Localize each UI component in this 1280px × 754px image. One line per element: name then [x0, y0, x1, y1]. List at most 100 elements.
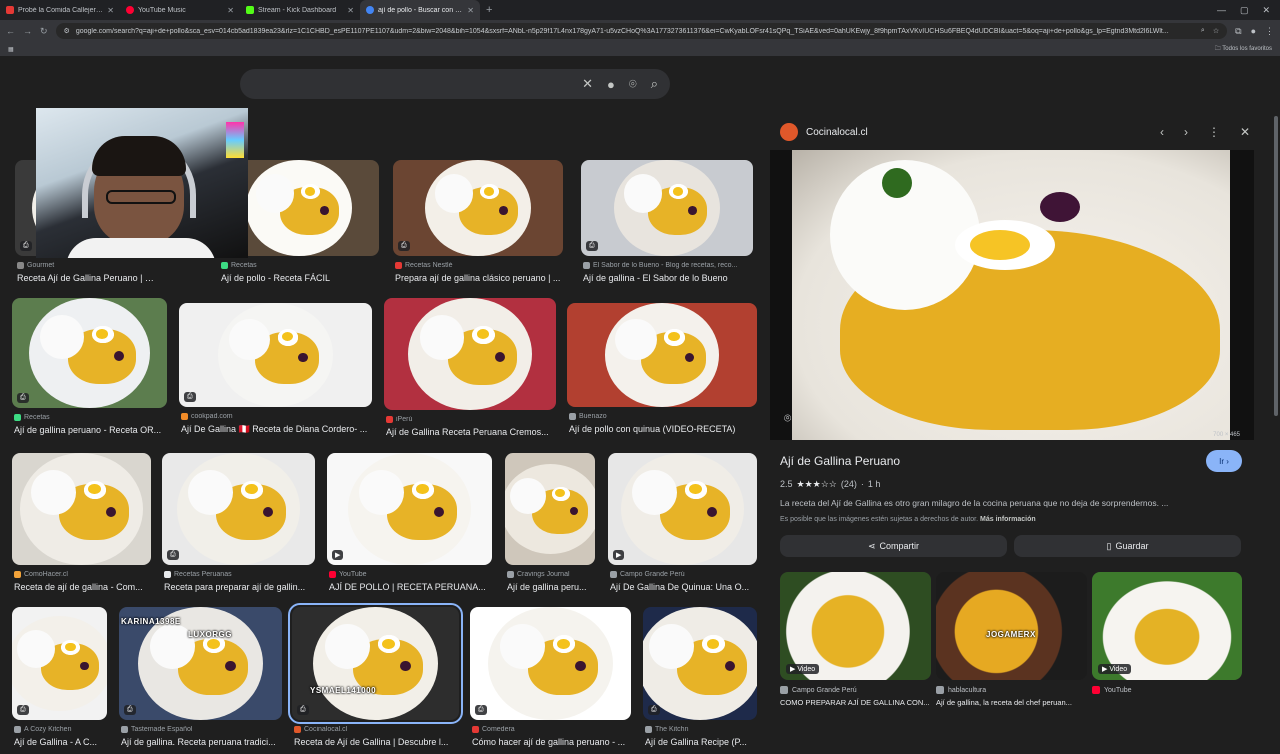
result-title[interactable]: Cómo hacer ají de gallina peruano - ...	[472, 737, 633, 747]
result-title[interactable]: Ají de Gallina Receta Peruana Cremos...	[386, 427, 558, 437]
rights-note-text: Es posible que las imágenes estén sujeta…	[780, 516, 979, 523]
more-info-link[interactable]: Más información	[980, 516, 1036, 523]
image-result[interactable]: ⎙ cookpad.com Ají De Gallina 🇵🇪 Receta de …	[179, 303, 372, 441]
image-result[interactable]: ⎙ El Sabor de lo Bueno - Blog de recetas,…	[581, 160, 753, 290]
result-title[interactable]: Ají De Gallina De Quinua: Una O...	[610, 582, 759, 592]
more-options-icon[interactable]: ⋮	[1208, 125, 1220, 139]
video-tag-label: Video	[797, 666, 816, 673]
result-title[interactable]: Ají de Gallina Recipe (P...	[645, 737, 759, 747]
result-source: Recetas	[221, 262, 381, 269]
image-result[interactable]: Cravings Journal Ají de gallina peru...	[505, 453, 595, 599]
lens-icon[interactable]: ⌾	[784, 411, 791, 426]
preview-main-image[interactable]: ⌾ 700 × 465	[770, 150, 1254, 440]
yolk-image	[88, 484, 101, 495]
browser-tab-2[interactable]: YouTube Music ✕	[120, 0, 240, 20]
related-source: Campo Grande Perú	[780, 686, 931, 694]
apps-icon[interactable]: ▦	[8, 46, 14, 53]
reload-icon[interactable]: ↻	[40, 26, 48, 37]
result-title[interactable]: Receta para preparar ají de gallin...	[164, 582, 317, 592]
streamer-webcam-overlay	[36, 108, 248, 258]
result-title[interactable]: Ají de gallina. Receta peruana tradici..…	[121, 737, 284, 747]
result-title[interactable]: Ají de gallina peru...	[507, 582, 597, 592]
yolk-image	[672, 186, 684, 196]
visit-button[interactable]: Ir ›	[1206, 450, 1242, 472]
kick-favicon-icon	[246, 6, 254, 14]
source-favicon-icon	[14, 414, 21, 421]
search-icon[interactable]: ⌕	[1201, 27, 1205, 35]
related-title: COMO PREPARAR AJÍ DE GALLINA CON...	[780, 698, 930, 707]
result-title[interactable]: Ají De Gallina 🇵🇪 Receta de Diana Corder…	[181, 424, 374, 435]
image-result[interactable]: ⎙ Comedera Cómo hacer ají de gallina perua…	[470, 607, 631, 754]
result-title[interactable]: Receta Ají de Gallina Peruano | Gourmet	[17, 273, 157, 283]
result-thumbnail: ⎙	[12, 607, 107, 720]
image-result[interactable]: ⎙ Recetas Nestlé Prepara ají de gallina cl…	[393, 160, 563, 290]
result-title[interactable]: Receta de Ají de Gallina | Descubre l...	[294, 737, 461, 747]
yolk-image	[207, 638, 220, 649]
image-result[interactable]: ⎙ Recetas Peruanas Receta para preparar aj…	[162, 453, 315, 599]
product-badge-icon: ⎙	[124, 705, 136, 715]
image-result[interactable]: ▶ YouTube AJÍ DE POLLO | RECETA PERUANA...	[327, 453, 492, 599]
close-window-icon[interactable]: ✕	[1262, 5, 1270, 16]
source-favicon-icon	[164, 571, 171, 578]
site-info-icon[interactable]: ⚙	[64, 27, 70, 35]
preview-title[interactable]: Ají de Gallina Peruano	[780, 454, 900, 468]
result-title[interactable]: Ají de gallina peruano - Receta OR...	[14, 425, 169, 435]
result-title[interactable]: Ají de pollo con quinua (VIDEO-RECETA)	[569, 424, 759, 434]
extensions-icon[interactable]: ⧉	[1235, 26, 1241, 37]
browser-tab-3[interactable]: Stream - Kick Dashboard ✕	[240, 0, 360, 20]
share-button[interactable]: ⋖ Compartir	[780, 535, 1007, 557]
result-source-label: Cocinalocal.cl	[304, 726, 348, 733]
address-bar[interactable]: ⚙ google.com/search?q=aji+de+pollo&sca_e…	[55, 23, 1228, 39]
tab-close-icon[interactable]: ✕	[107, 6, 114, 15]
yolk-image	[245, 484, 258, 495]
result-source-label: Recetas	[24, 414, 50, 421]
previous-result-icon[interactable]: ‹	[1160, 125, 1164, 139]
image-result[interactable]: ⎙ The Kitchn Ají de Gallina Recipe (P...	[643, 607, 757, 754]
yolk-image	[706, 638, 720, 649]
image-result[interactable]: ⎙ Recetas Ají de gallina peruano - Receta …	[12, 298, 167, 442]
result-title[interactable]: Receta de ají de gallina - Com...	[14, 582, 153, 592]
browser-tab-1[interactable]: Probé la Comida Callejera de Tu ✕	[0, 0, 120, 20]
tab-close-icon[interactable]: ✕	[347, 6, 354, 15]
bookmark-star-icon[interactable]: ☆	[1213, 27, 1219, 35]
next-result-icon[interactable]: ›	[1184, 125, 1188, 139]
save-button[interactable]: ▯ Guardar	[1014, 535, 1241, 557]
result-title[interactable]: AJÍ DE POLLO | RECETA PERUANA...	[329, 582, 494, 592]
product-badge-icon: ⎙	[586, 241, 598, 251]
result-title[interactable]: Ají de pollo - Receta FÁCIL	[221, 273, 381, 283]
video-tag-label: Video	[1109, 666, 1128, 673]
menu-icon[interactable]: ⋮	[1265, 26, 1274, 37]
new-tab-icon[interactable]: +	[480, 4, 498, 16]
all-bookmarks-folder[interactable]: 🗀 Todos los favoritos	[1215, 44, 1272, 54]
browser-tab-4[interactable]: ají de pollo - Buscar con Googl ✕	[360, 0, 480, 20]
related-result[interactable]: ▶ Video YouTube	[1092, 572, 1242, 694]
tab-close-icon[interactable]: ✕	[467, 6, 474, 15]
page-scrollbar[interactable]	[1274, 116, 1278, 416]
result-title[interactable]: Ají de Gallina - A C...	[14, 737, 109, 747]
image-result[interactable]: ⎙ A Cozy Kitchen Ají de Gallina - A C...	[12, 607, 107, 754]
profile-icon[interactable]: ●	[1251, 26, 1256, 37]
maximize-icon[interactable]: ▢	[1240, 5, 1249, 16]
minimize-icon[interactable]: —	[1217, 5, 1226, 16]
back-icon[interactable]: ←	[6, 26, 15, 36]
result-title[interactable]: Ají de gallina - El Sabor de lo Bueno	[583, 273, 755, 283]
related-result[interactable]: ▶ Video Campo Grande Perú COMO PREPARAR …	[780, 572, 931, 707]
related-thumbnail: ▶ Video	[780, 572, 931, 680]
image-result[interactable]: ComoHacer.cl Receta de ají de gallina - C…	[12, 453, 151, 599]
close-preview-icon[interactable]: ✕	[1240, 125, 1250, 139]
image-result[interactable]: ⎙ Cocinalocal.cl Receta de Ají de Gallina …	[288, 603, 463, 754]
image-result[interactable]: iPerú Ají de Gallina Receta Peruana Cremo…	[384, 298, 556, 444]
result-source: Recetas Peruanas	[164, 571, 317, 578]
forward-icon[interactable]: →	[23, 26, 32, 36]
related-result[interactable]: JOGAMERX hablacultura Ají de gallina, la…	[936, 572, 1087, 707]
image-result[interactable]: ▶ Campo Grande Perú Ají De Gallina De Quin…	[608, 453, 757, 599]
result-source: iPerú	[386, 416, 558, 423]
tab-close-icon[interactable]: ✕	[227, 6, 234, 15]
rating-value: 2.5	[780, 479, 793, 489]
image-result[interactable]: Buenazo Ají de pollo con quinua (VIDEO-RE…	[567, 303, 757, 441]
preview-site-name[interactable]: Cocinalocal.cl	[806, 127, 868, 138]
result-source-label: El Sabor de lo Bueno - Blog de recetas, …	[593, 262, 738, 269]
rating-stars: ★★★☆☆	[796, 479, 837, 489]
result-title[interactable]: Prepara ají de gallina clásico peruano |…	[395, 273, 565, 283]
result-thumbnail: ⎙	[12, 298, 167, 408]
